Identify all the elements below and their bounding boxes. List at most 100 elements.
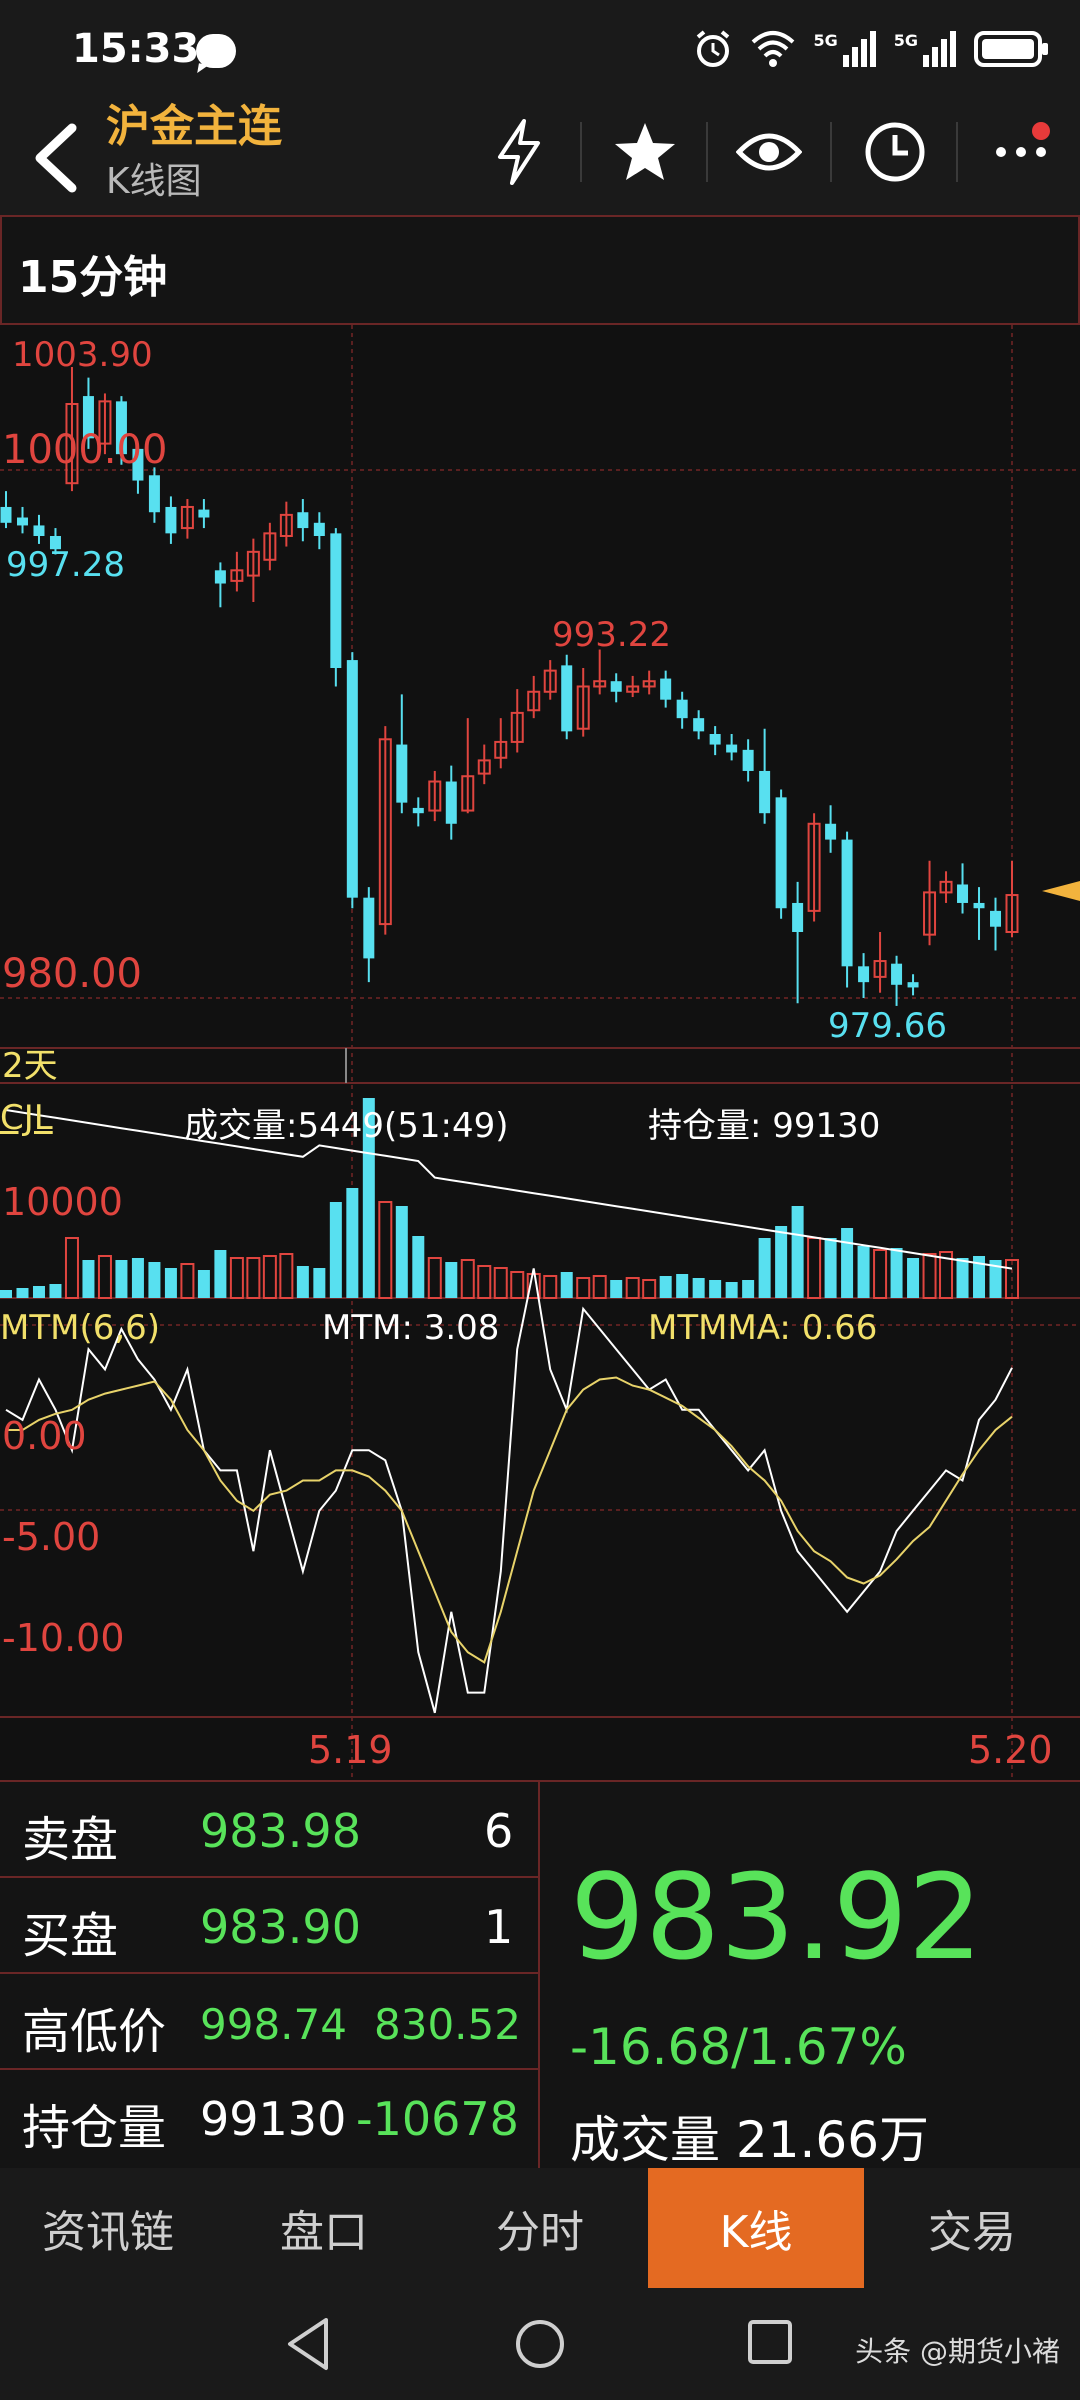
volume-bar (857, 1246, 870, 1298)
quote-panel: 卖盘 983.98 6 买盘 983.90 1 高低价 998.74 830.5… (0, 1780, 1080, 2170)
volume-bar (64, 1237, 79, 1299)
volume-bar (956, 1258, 969, 1298)
candle-body (990, 910, 1002, 927)
volume-bar (592, 1275, 607, 1299)
tab-order-book[interactable]: 盘口 (216, 2168, 432, 2288)
volume-bar (148, 1262, 161, 1298)
tab-trade[interactable]: 交易 (864, 2168, 1080, 2288)
sell-row: 卖盘 983.98 6 (0, 1782, 538, 1878)
star-icon[interactable] (600, 112, 690, 192)
volume-bar (576, 1277, 591, 1299)
volume-bar (131, 1258, 144, 1298)
volume-bar (873, 1249, 888, 1299)
sell-price: 983.98 (200, 1804, 361, 1858)
candle-body (841, 839, 853, 967)
candle-body (759, 770, 771, 814)
volume-bar (395, 1206, 408, 1298)
nav-recent-icon[interactable] (744, 2316, 796, 2368)
label-high-price: 1003.90 (12, 335, 153, 375)
volume-bar (775, 1226, 788, 1298)
message-icon (196, 34, 236, 68)
volume-axis-10000: 10000 (2, 1180, 123, 1224)
lightning-icon[interactable] (474, 112, 564, 192)
oi-change: -10678 (356, 2092, 519, 2146)
volume-bar (197, 1270, 210, 1298)
candle-body (742, 749, 754, 771)
net-type-1: 5G (813, 31, 838, 50)
volume-bar (692, 1278, 705, 1298)
candle-body (709, 734, 721, 745)
volume-bar (758, 1238, 771, 1298)
candle-body (693, 718, 705, 732)
total-volume: 成交量 21.66万 (570, 2111, 930, 2169)
chart-area[interactable] (0, 325, 1080, 1780)
mtmma-line (6, 1376, 1013, 1664)
candle-body (330, 533, 342, 668)
nav-back-icon[interactable] (284, 2316, 334, 2372)
candle-body (214, 570, 226, 584)
candle-body (891, 963, 903, 985)
watermark: 头条 @期货小褚 (855, 2335, 1060, 2368)
last-price: 983.92 (570, 1848, 983, 1986)
volume-bar (922, 1253, 937, 1299)
volume-bar (477, 1265, 492, 1299)
volume-bar (296, 1266, 309, 1298)
volume-bar (346, 1188, 359, 1298)
volume-bar (32, 1286, 45, 1298)
candle-body (825, 823, 837, 840)
volume-bar (841, 1228, 854, 1298)
volume-bar (164, 1268, 177, 1298)
status-icons: 5G 5G (693, 24, 1050, 74)
volume-bar (610, 1280, 623, 1298)
candle-body (792, 902, 804, 932)
mtm-value: MTM: 3.08 (322, 1308, 500, 1348)
volume-bar (49, 1284, 62, 1298)
volume-bar (543, 1275, 558, 1299)
volume-bar (460, 1259, 475, 1299)
clock-icon[interactable] (850, 112, 940, 192)
volume-bar (659, 1276, 672, 1298)
back-icon[interactable] (22, 118, 92, 198)
volume-bar (313, 1268, 326, 1298)
tab-kline[interactable]: K线 (648, 2168, 864, 2288)
signal-icon-2: 5G (894, 31, 956, 67)
volume-bar (214, 1250, 227, 1298)
status-bar: 15:33 5G 5G (0, 0, 1080, 100)
sell-label: 卖盘 (22, 1812, 119, 1868)
status-time: 15:33 (72, 26, 200, 72)
volume-value: 成交量:5449(51:49) (184, 1106, 509, 1146)
volume-bar (279, 1253, 294, 1299)
candle-body (775, 797, 787, 909)
chart-subtitle: K线图 (106, 161, 202, 202)
tab-news-chain[interactable]: 资讯链 (0, 2168, 216, 2288)
volume-bar (510, 1271, 525, 1299)
notification-dot (1032, 122, 1050, 140)
low-price: 830.52 (374, 2000, 521, 2049)
system-nav-bar: 头条 @期货小褚 (0, 2288, 1080, 2400)
chart-grid (0, 325, 1080, 1780)
volume-indicator-name[interactable]: CJL (0, 1098, 53, 1138)
volume-bar (97, 1255, 112, 1299)
high-low-label: 高低价 (22, 2004, 167, 2060)
nav-home-icon[interactable] (512, 2316, 568, 2372)
range-label[interactable]: 2天 (2, 1038, 58, 1087)
volume-bar (642, 1279, 657, 1299)
volume-bar (560, 1272, 573, 1298)
period-selector[interactable]: 15分钟 (0, 215, 1080, 325)
eye-icon[interactable] (724, 112, 814, 192)
volume-bar (824, 1238, 837, 1298)
tab-intraday[interactable]: 分时 (432, 2168, 648, 2288)
mtm-axis-0: 0.00 (2, 1414, 87, 1458)
candle-body (610, 681, 622, 692)
candle-body (907, 982, 919, 988)
candle-body (165, 506, 177, 534)
more-icon[interactable] (976, 112, 1066, 192)
volume-bar (180, 1263, 195, 1299)
period-label: 15分钟 (18, 252, 168, 303)
mtm-indicator-name[interactable]: MTM(6,6) (0, 1308, 160, 1348)
contract-title: 沪金主连 (106, 101, 282, 152)
mtm-axis-m10: -10.00 (2, 1616, 125, 1660)
candle-body (957, 884, 969, 903)
volume-bar (115, 1260, 128, 1298)
candle-body (445, 781, 457, 824)
